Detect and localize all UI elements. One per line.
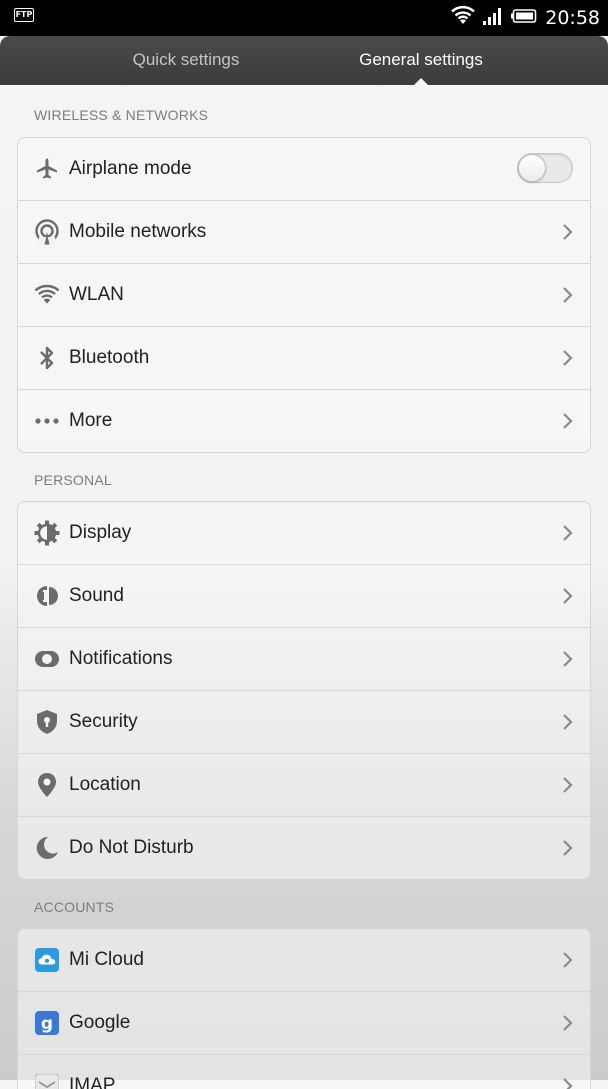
do-not-disturb-label: Do Not Disturb (69, 837, 194, 858)
mi-cloud-icon (34, 947, 60, 973)
ftp-icon: FTP (14, 8, 34, 22)
active-tab-indicator (413, 78, 429, 86)
chevron-right-icon (563, 525, 573, 541)
chevron-right-icon (563, 1015, 573, 1031)
notifications-label: Notifications (69, 648, 173, 669)
display-row[interactable]: Display (18, 502, 590, 565)
notifications-icon (34, 646, 60, 672)
status-bar: FTP 20:58 (0, 0, 608, 36)
section-header-personal: PERSONAL (34, 472, 112, 488)
wlan-row[interactable]: WLAN (18, 264, 590, 327)
tab-quick-settings[interactable]: Quick settings (96, 36, 276, 83)
airplane-mode-label: Airplane mode (69, 158, 192, 179)
google-row[interactable]: g Google (18, 992, 590, 1055)
do-not-disturb-row[interactable]: Do Not Disturb (18, 817, 590, 879)
chevron-right-icon (563, 651, 573, 667)
location-icon (34, 772, 60, 798)
wifi-icon (451, 5, 476, 31)
display-icon (34, 520, 60, 546)
location-row[interactable]: Location (18, 754, 590, 817)
mobile-networks-label: Mobile networks (69, 221, 207, 242)
sound-row[interactable]: Sound (18, 565, 590, 628)
more-row[interactable]: More (18, 390, 590, 452)
airplane-mode-row[interactable]: Airplane mode (18, 138, 590, 201)
notifications-row[interactable]: Notifications (18, 628, 590, 691)
chevron-right-icon (563, 1078, 573, 1089)
bluetooth-icon (34, 345, 60, 371)
google-icon: g (34, 1010, 60, 1036)
mi-cloud-row[interactable]: Mi Cloud (18, 929, 590, 992)
chevron-right-icon (563, 840, 573, 856)
toggle-knob (518, 154, 546, 182)
sound-icon (34, 583, 60, 609)
location-label: Location (69, 774, 141, 795)
google-label: Google (69, 1012, 131, 1033)
chevron-right-icon (563, 777, 573, 793)
chevron-right-icon (563, 588, 573, 604)
signal-icon (483, 7, 503, 30)
security-label: Security (69, 711, 138, 732)
bluetooth-row[interactable]: Bluetooth (18, 327, 590, 390)
moon-icon (34, 835, 60, 861)
airplane-mode-toggle[interactable] (517, 153, 573, 183)
mail-icon (34, 1073, 60, 1089)
chevron-right-icon (563, 224, 573, 240)
display-label: Display (69, 522, 132, 543)
sound-label: Sound (69, 585, 124, 606)
accounts-group: Mi Cloud g Google IMAP (17, 928, 591, 1089)
clock: 20:58 (545, 7, 600, 29)
security-icon (34, 709, 60, 735)
bluetooth-label: Bluetooth (69, 347, 150, 368)
personal-group: Display Sound Notifications Security Loc… (17, 501, 591, 880)
wlan-label: WLAN (69, 284, 124, 305)
chevron-right-icon (563, 952, 573, 968)
mobile-networks-row[interactable]: Mobile networks (18, 201, 590, 264)
settings-tab-bar: Quick settings General settings (0, 36, 608, 86)
svg-text:g: g (41, 1014, 53, 1034)
section-header-wireless: WIRELESS & NETWORKS (34, 107, 209, 123)
imap-label: IMAP (69, 1075, 116, 1089)
mobile-networks-icon (34, 219, 60, 245)
battery-icon (511, 8, 537, 28)
chevron-right-icon (563, 413, 573, 429)
security-row[interactable]: Security (18, 691, 590, 754)
chevron-right-icon (563, 714, 573, 730)
chevron-right-icon (563, 350, 573, 366)
tab-general-settings[interactable]: General settings (330, 36, 512, 83)
more-icon (34, 408, 60, 434)
section-header-accounts: ACCOUNTS (34, 899, 115, 915)
chevron-right-icon (563, 287, 573, 303)
mi-cloud-label: Mi Cloud (69, 949, 144, 970)
wifi-icon (34, 282, 60, 308)
wireless-group: Airplane mode Mobile networks WLAN Bluet… (17, 137, 591, 453)
airplane-icon (34, 156, 60, 182)
imap-row[interactable]: IMAP (18, 1055, 590, 1089)
more-label: More (69, 410, 113, 431)
